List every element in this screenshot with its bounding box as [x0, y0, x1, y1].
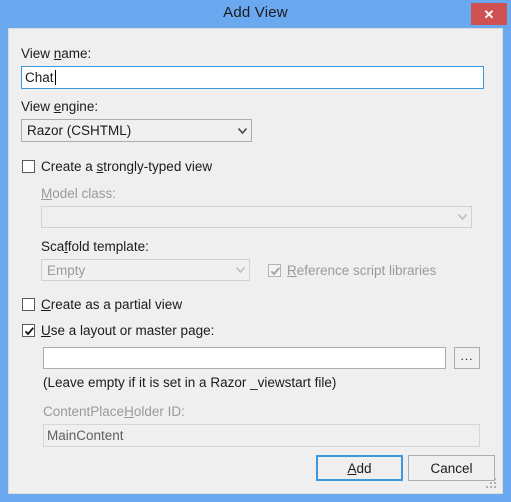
chevron-down-icon	[453, 214, 471, 220]
layout-path-input[interactable]	[43, 347, 446, 369]
text-caret	[54, 70, 56, 85]
layout-hint-text: (Leave empty if it is set in a Razor _vi…	[43, 375, 337, 390]
use-layout-checkbox[interactable]: Use a layout or master page:	[22, 323, 214, 338]
scaffold-template-label: Scaffold template:	[41, 239, 149, 254]
view-name-input[interactable]: Chat	[21, 66, 484, 89]
close-button[interactable]: ✕	[471, 3, 507, 25]
strongly-typed-checkbox[interactable]: Create a strongly-typed view	[22, 159, 212, 174]
reference-script-libraries-label: Reference script libraries	[287, 263, 437, 278]
model-class-combobox[interactable]	[41, 206, 472, 228]
partial-view-checkbox[interactable]: Create as a partial view	[22, 297, 182, 312]
browse-button[interactable]: ...	[454, 347, 480, 369]
view-name-value: Chat	[25, 70, 54, 85]
reference-script-libraries-checkbox[interactable]: Reference script libraries	[268, 263, 436, 278]
scaffold-template-value: Empty	[47, 262, 86, 278]
checkbox-box	[22, 160, 35, 173]
view-name-label: View name:	[21, 46, 92, 61]
chevron-down-icon	[231, 267, 249, 273]
scaffold-template-combobox[interactable]: Empty	[41, 259, 250, 281]
view-engine-combobox[interactable]: Razor (CSHTML)	[21, 119, 252, 142]
add-button-label: Add	[347, 460, 372, 476]
cancel-button-label: Cancel	[430, 460, 473, 476]
resize-grip[interactable]	[486, 478, 498, 490]
browse-button-label: ...	[460, 349, 474, 363]
partial-view-label: Create as a partial view	[41, 297, 183, 312]
checkbox-box	[22, 324, 35, 337]
cancel-button[interactable]: Cancel	[408, 455, 495, 481]
dialog-title: Add View	[223, 4, 288, 21]
content-placeholder-input[interactable]: MainContent	[43, 424, 480, 447]
chevron-down-icon	[233, 127, 251, 134]
checkbox-box	[268, 264, 281, 277]
view-engine-label: View engine:	[21, 99, 99, 114]
content-placeholder-label: ContentPlaceHolder ID:	[43, 404, 185, 419]
title-bar[interactable]: Add View ✕	[0, 0, 511, 28]
view-engine-value: Razor (CSHTML)	[27, 123, 132, 138]
strongly-typed-label: Create a strongly-typed view	[41, 159, 213, 174]
content-placeholder-value: MainContent	[47, 428, 124, 443]
use-layout-label: Use a layout or master page:	[41, 323, 215, 338]
dialog-content-panel: View name: Chat View engine: Razor (CSHT…	[8, 28, 503, 494]
close-icon: ✕	[483, 6, 495, 22]
add-button[interactable]: Add	[316, 455, 403, 481]
model-class-label: Model class:	[41, 186, 117, 201]
add-view-dialog: Add View ✕ View name: Chat View engine: …	[0, 0, 511, 502]
checkbox-box	[22, 298, 35, 311]
